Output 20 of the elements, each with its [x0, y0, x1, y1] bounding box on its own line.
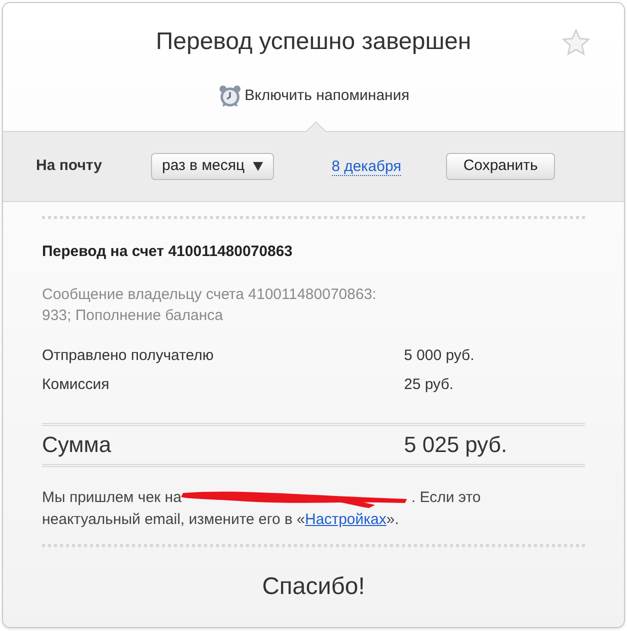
frequency-dropdown[interactable]: раз в месяц [151, 153, 274, 180]
date-link[interactable]: 8 декабря [332, 158, 402, 176]
alarm-clock-icon [218, 84, 242, 108]
total-label: Сумма [42, 430, 112, 459]
total-value: 5 025 руб. [404, 430, 508, 459]
transfer-title: Перевод на счет 410011480070863 [42, 242, 294, 262]
amount-label: Отправлено получателю [42, 346, 215, 366]
dialog-title: Перевод успешно завершен [156, 27, 472, 57]
star-icon[interactable] [562, 29, 590, 56]
dropdown-arrow-icon [252, 162, 263, 171]
reminder-toggle[interactable]: Включить напоминания [244, 84, 410, 108]
save-button[interactable]: Сохранить [446, 153, 555, 180]
delivery-label: На почту [36, 156, 103, 176]
transfer-message: Сообщение владельцу счета 410011480070863: 933; Пополнение баланса [42, 284, 378, 326]
amount-label: Комиссия [42, 374, 110, 394]
settings-link[interactable]: Настройках [305, 510, 386, 528]
amount-value: 5 000 руб. [404, 346, 476, 366]
receipt-note: Мы пришлем чек на . Если это неактуальный email, измените его в «Настройках». [42, 486, 482, 530]
thanks-text: Спасибо! [261, 572, 366, 602]
amount-value: 25 руб. [404, 374, 454, 394]
